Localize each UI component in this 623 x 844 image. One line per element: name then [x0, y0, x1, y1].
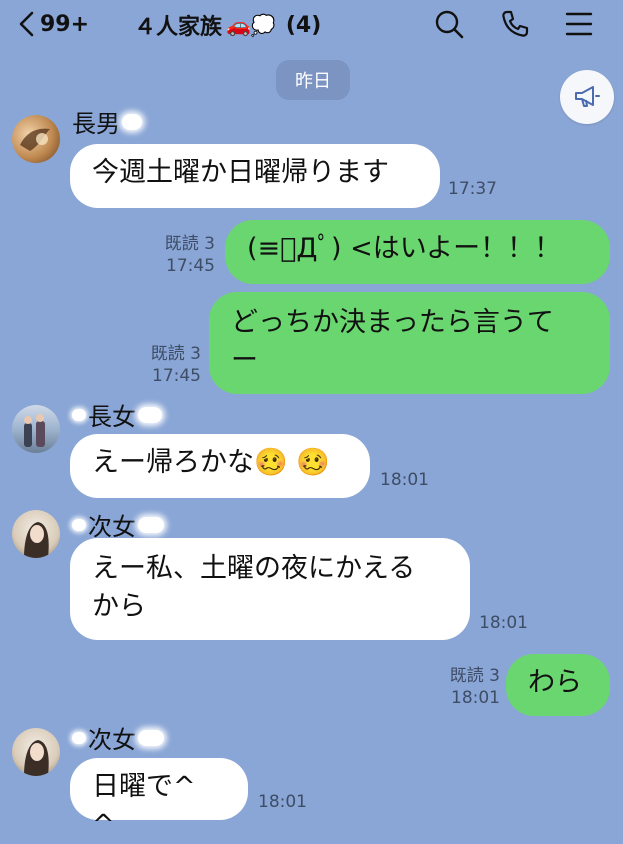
date-divider: 昨日 — [276, 60, 350, 100]
message-text: 日曜で^ ^ — [92, 771, 196, 840]
sender-name: 次女 — [72, 720, 164, 755]
back-button[interactable]: 99+ — [18, 7, 89, 41]
name-redaction — [138, 516, 164, 533]
search-icon[interactable] — [433, 8, 465, 40]
avatar-image — [24, 414, 45, 447]
menu-icon[interactable] — [563, 8, 595, 40]
name-redaction — [122, 113, 142, 130]
avatar[interactable] — [12, 728, 60, 776]
member-count: (4) — [285, 12, 322, 38]
name-redaction — [72, 518, 86, 531]
message-time: 17:45 — [166, 256, 215, 276]
read-receipt: 既読 3 — [449, 666, 500, 686]
name-redaction — [138, 406, 162, 423]
chat-title-text: ４人家族 — [134, 15, 223, 40]
message-meta: 18:01 — [479, 612, 528, 634]
message-bubble[interactable]: 日曜で^ ^ — [70, 758, 248, 840]
sender-name-text: 次女 — [88, 513, 136, 541]
message-time: 18:01 — [479, 613, 528, 633]
message-time: 17:37 — [448, 179, 497, 199]
message-time: 17:45 — [152, 366, 201, 386]
sender-name: 次女 — [72, 507, 164, 542]
message-meta: 18:01 — [258, 791, 307, 813]
phone-icon[interactable] — [499, 8, 531, 40]
message-meta: 17:37 — [448, 178, 497, 200]
message-text: ー — [231, 345, 258, 376]
message-time: 18:01 — [258, 792, 307, 812]
sender-name-text: 次女 — [88, 726, 136, 754]
sender-name: 長男 — [72, 104, 142, 139]
message-time: 18:01 — [380, 470, 429, 490]
message-text: (≡ﾟДﾟ) <はいよー！！！ — [247, 233, 562, 264]
message-meta: 既読 3 17:45 — [138, 343, 201, 387]
message-bubble[interactable]: (≡ﾟДﾟ) <はいよー！！！ — [225, 220, 610, 284]
avatar-image — [24, 740, 49, 776]
avatar-image — [20, 128, 50, 151]
unread-count: 99+ — [40, 11, 90, 37]
message-text: わら — [528, 667, 582, 698]
message-bubble[interactable]: わら — [506, 654, 610, 716]
sender-name-text: 長男 — [72, 110, 120, 138]
avatar[interactable] — [12, 405, 60, 453]
message-meta: 既読 3 18:01 — [437, 665, 500, 709]
message-text: どっちか決まったら言うて — [231, 307, 554, 338]
read-receipt: 既読 3 — [164, 234, 215, 254]
name-redaction — [72, 408, 86, 421]
message-text: えー私、土曜の夜にかえる — [92, 553, 416, 584]
chat-title[interactable]: ４人家族 🚗💭 (4) — [134, 9, 321, 41]
read-receipt: 既読 3 — [150, 344, 201, 364]
message-bubble[interactable]: どっちか決まったら言うて ー — [209, 292, 610, 394]
message-bubble[interactable]: えー私、土曜の夜にかえる から — [70, 538, 470, 640]
message-meta: 既読 3 17:45 — [152, 233, 215, 277]
name-redaction — [72, 731, 86, 744]
chevron-left-icon — [19, 11, 34, 37]
chat-header: 99+ ４人家族 🚗💭 (4) — [0, 0, 623, 48]
message-bubble[interactable]: 今週土曜か日曜帰ります — [70, 144, 440, 208]
chat-title-emoji: 🚗💭 — [226, 13, 276, 37]
avatar[interactable] — [12, 115, 60, 163]
message-meta: 18:01 — [380, 469, 429, 491]
message-text: 今週土曜か日曜帰ります — [92, 157, 389, 188]
message-text: から — [92, 591, 146, 622]
message-text: えー帰ろかな🥴 🥴 — [92, 447, 330, 478]
announcement-button[interactable] — [560, 70, 614, 124]
name-redaction — [138, 729, 164, 746]
avatar[interactable] — [12, 510, 60, 558]
avatar-image — [24, 522, 49, 558]
sender-name: 長女 — [72, 397, 162, 432]
message-bubble[interactable]: えー帰ろかな🥴 🥴 — [70, 434, 370, 498]
megaphone-icon — [575, 86, 600, 107]
sender-name-text: 長女 — [88, 403, 136, 431]
message-time: 18:01 — [451, 688, 500, 708]
